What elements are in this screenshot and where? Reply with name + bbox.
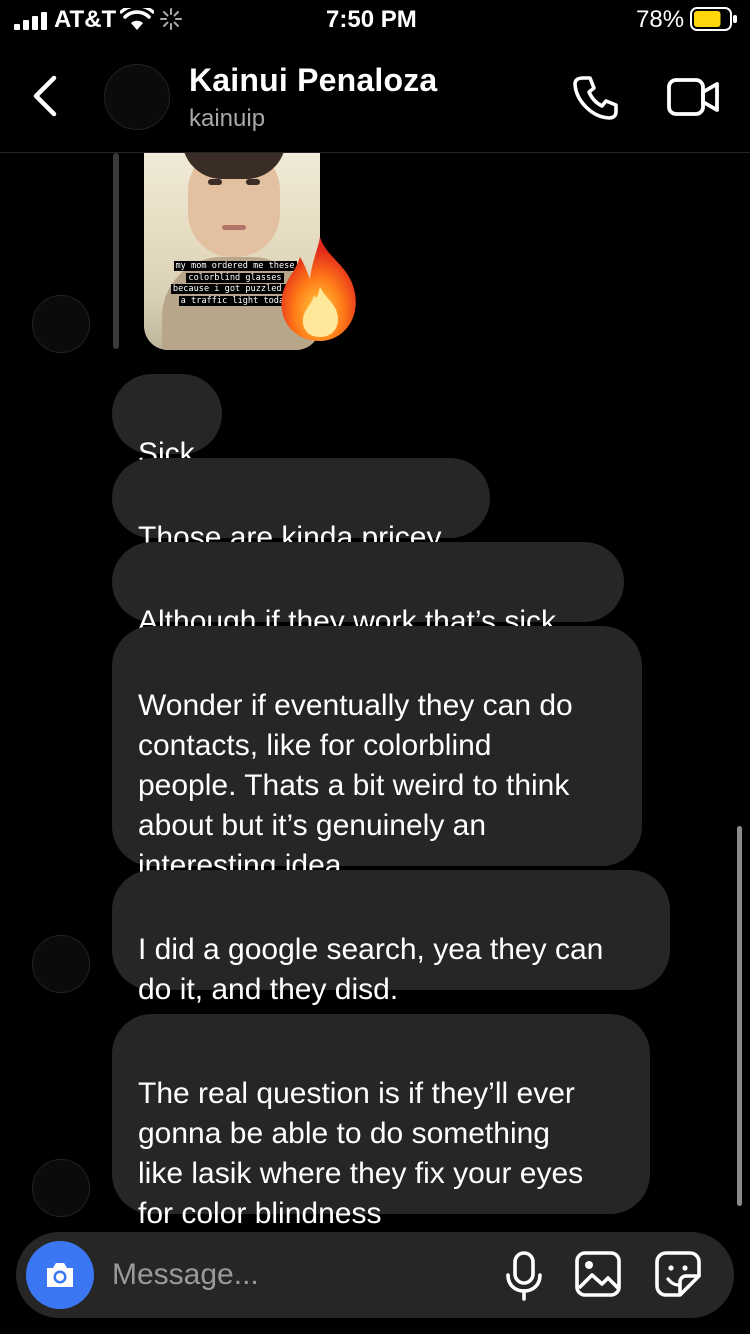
reply-indicator-line xyxy=(113,153,119,349)
story-caption-line: colorblind glasses xyxy=(186,272,284,283)
microphone-icon[interactable] xyxy=(502,1251,546,1301)
scroll-indicator[interactable] xyxy=(737,826,742,1206)
contact-username[interactable]: kainuip xyxy=(189,105,265,133)
message-bubble[interactable]: Those are kinda pricey xyxy=(112,458,490,554)
message-bubble[interactable]: Sick xyxy=(112,374,222,470)
chevron-left-icon[interactable] xyxy=(26,72,66,120)
photo-eye xyxy=(208,179,222,185)
status-time: 7:50 PM xyxy=(326,6,417,33)
status-bar: AT&T 7:50 PM 78% xyxy=(0,0,750,40)
battery-icon xyxy=(690,7,737,31)
message-thread[interactable]: my mom ordered me these colorblind glass… xyxy=(0,153,750,1225)
activity-spinner-icon xyxy=(160,8,182,30)
contact-avatar[interactable] xyxy=(104,64,170,130)
message-bubble[interactable]: I did a google search, yea they can do i… xyxy=(112,870,670,1006)
wifi-icon xyxy=(120,8,154,30)
battery-percentage: 78% xyxy=(636,6,685,33)
message-bubble[interactable]: Wonder if eventually they can do contact… xyxy=(112,626,642,882)
chat-header: Kainui Penaloza kainuip xyxy=(0,44,750,153)
message-input[interactable] xyxy=(112,1248,472,1302)
message-text: The real question is if they’ll ever gon… xyxy=(138,1077,584,1225)
gallery-icon[interactable] xyxy=(574,1250,622,1298)
fire-emoji-icon xyxy=(281,237,356,341)
cellular-signal-icon xyxy=(14,12,47,30)
carrier-label: AT&T xyxy=(54,6,117,33)
sender-avatar[interactable] xyxy=(32,295,90,353)
sender-avatar[interactable] xyxy=(32,935,90,993)
message-text: I did a google search, yea they can do i… xyxy=(138,933,604,1006)
message-text: Wonder if eventually they can do contact… xyxy=(138,689,573,882)
video-camera-icon[interactable] xyxy=(666,74,720,120)
message-bubble[interactable]: The real question is if they’ll ever gon… xyxy=(112,1014,650,1225)
photo-mouth xyxy=(222,225,246,230)
sender-avatar[interactable] xyxy=(32,1159,90,1217)
phone-icon[interactable] xyxy=(570,72,620,122)
camera-icon xyxy=(47,1263,73,1287)
message-composer xyxy=(16,1232,734,1318)
camera-button[interactable] xyxy=(26,1241,94,1309)
sticker-icon[interactable] xyxy=(654,1250,702,1298)
story-caption-line: a traffic light today xyxy=(178,295,292,306)
message-bubble[interactable]: Although if they work that’s sick xyxy=(112,542,624,638)
contact-name[interactable]: Kainui Penaloza xyxy=(189,62,437,99)
photo-eye xyxy=(246,179,260,185)
